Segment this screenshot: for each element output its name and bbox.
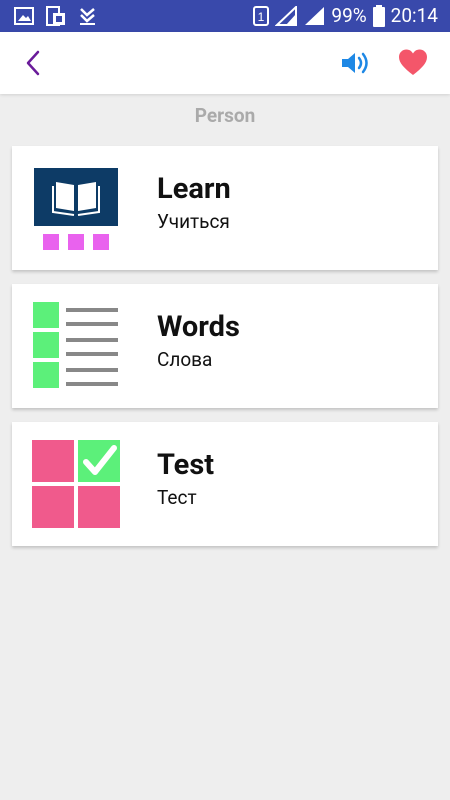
test-subtitle: Тест (157, 486, 197, 509)
app-notification-icon (46, 6, 65, 26)
heart-icon[interactable] (398, 48, 428, 78)
words-subtitle: Слова (157, 348, 213, 371)
battery-icon (372, 4, 385, 27)
battery-percent: 99% (331, 4, 367, 27)
word-list-icon (33, 302, 118, 388)
learn-title: Learn (157, 172, 231, 206)
sim-badge: 1 (258, 10, 265, 24)
test-card[interactable]: Test Тест (12, 422, 438, 546)
check-download-icon (80, 8, 95, 25)
app-bar (0, 32, 450, 94)
words-card[interactable]: Words Слова (12, 284, 438, 408)
book-icon (34, 168, 118, 250)
signal-icon-2 (305, 6, 325, 25)
words-title: Words (157, 310, 240, 344)
learn-subtitle: Учиться (157, 210, 230, 233)
test-title: Test (157, 448, 215, 482)
speaker-icon[interactable] (340, 48, 372, 78)
status-bar-system: 1 99% 20:14 (253, 4, 438, 27)
sim-card-icon: 1 (253, 5, 270, 26)
learn-card[interactable]: Learn Учиться (12, 146, 438, 270)
clock: 20:14 (390, 4, 438, 27)
signal-icon (275, 5, 298, 26)
test-checkmark-icon (32, 440, 120, 528)
section-title: Person (194, 104, 256, 127)
status-bar-notifications (14, 6, 98, 26)
gallery-icon (14, 7, 34, 25)
status-bar: 1 99% 20:14 (0, 0, 450, 32)
back-chevron-icon[interactable] (18, 46, 52, 80)
